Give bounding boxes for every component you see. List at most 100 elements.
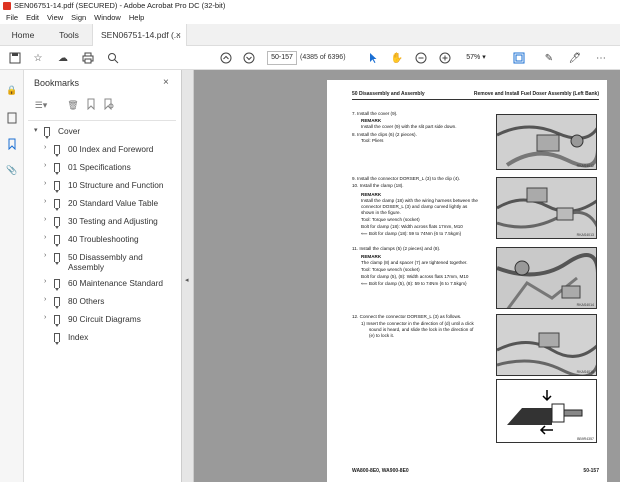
page-thumbnails-icon[interactable] xyxy=(6,112,18,124)
chevron-right-icon[interactable]: › xyxy=(44,144,46,151)
find-bookmark-icon[interactable] xyxy=(102,98,116,112)
figure-4: RKAS4015 xyxy=(496,314,597,376)
bookmark-item[interactable]: › 30 Testing and Adjusting xyxy=(24,216,182,234)
menu-sign[interactable]: Sign xyxy=(67,11,90,24)
bookmark-item[interactable]: › 40 Troubleshooting xyxy=(24,234,182,252)
tab-home[interactable]: Home xyxy=(0,24,46,46)
chevron-right-icon[interactable]: › xyxy=(44,314,46,321)
close-tab-icon[interactable]: × xyxy=(176,24,181,46)
bookmark-icon xyxy=(54,163,60,175)
bookmark-toolbar: ☰▾ 🗑 xyxy=(32,98,172,114)
lock-icon[interactable]: 🔒 xyxy=(6,84,18,96)
remark-text: REMARK xyxy=(361,254,382,259)
delete-bookmark-icon[interactable]: 🗑 xyxy=(66,98,80,112)
figure-id: RKAS4013 xyxy=(576,233,594,237)
page-number-input[interactable]: 50-157 xyxy=(267,51,297,65)
bookmark-icon xyxy=(54,235,60,247)
menu-help[interactable]: Help xyxy=(125,11,148,24)
menu-view[interactable]: View xyxy=(43,11,67,24)
substep-1-cont: sound is heard, and slide the lock in th… xyxy=(369,327,474,332)
save-icon[interactable] xyxy=(8,51,22,65)
header-title: Remove and Install Fuel Doser Assembly (… xyxy=(473,91,599,97)
footer-model: WA800-8E0, WA900-8E0 xyxy=(352,468,409,474)
bookmark-options-icon[interactable]: ☰▾ xyxy=(34,98,48,112)
tab-tools[interactable]: Tools xyxy=(46,24,92,46)
bookmark-label: 30 Testing and Adjusting xyxy=(68,216,158,226)
page-header: 50 Disassembly and Assembly Remove and I… xyxy=(352,90,599,100)
more-tools-icon[interactable]: ⋯ xyxy=(594,51,608,65)
chevron-right-icon[interactable]: › xyxy=(44,252,46,259)
next-page-icon[interactable] xyxy=(242,51,256,65)
zoom-level[interactable]: 57% ▾ xyxy=(459,51,493,65)
header-section: 50 Disassembly and Assembly xyxy=(352,91,425,97)
bookmark-icon xyxy=(54,333,60,345)
sign-icon[interactable]: ✎ xyxy=(542,51,556,65)
bookmark-icon xyxy=(54,279,60,291)
chevron-right-icon[interactable]: › xyxy=(44,198,46,205)
remark-note: Install the cover (9) with the slit part… xyxy=(361,124,457,129)
chevron-right-icon[interactable]: › xyxy=(44,234,46,241)
bookmark-icon xyxy=(54,217,60,229)
zoom-out-icon[interactable] xyxy=(414,51,428,65)
remark-text: REMARK xyxy=(361,192,382,197)
bookmark-icon xyxy=(54,315,60,327)
bookmark-item[interactable]: › 90 Circuit Diagrams xyxy=(24,314,182,332)
upload-cloud-icon[interactable]: ☁ xyxy=(56,51,70,65)
divider xyxy=(28,120,176,121)
torque-arrow-icon: ⟸ xyxy=(361,281,369,286)
zoom-in-icon[interactable] xyxy=(438,51,452,65)
bookmark-item[interactable]: › 01 Specifications xyxy=(24,162,182,180)
bookmark-item[interactable]: › 80 Others xyxy=(24,296,182,314)
new-bookmark-icon[interactable] xyxy=(84,98,98,112)
bookmark-item[interactable]: › 60 Maintenance Standard xyxy=(24,278,182,296)
select-cursor-icon[interactable] xyxy=(366,51,380,65)
substep-1-cont: (e) to lock it. xyxy=(369,333,395,338)
tab-document-label: SEN06751-14.pdf (... xyxy=(101,30,181,40)
pdf-page: 50 Disassembly and Assembly Remove and I… xyxy=(327,80,607,482)
bookmark-star-icon[interactable]: ☆ xyxy=(31,51,45,65)
menu-file[interactable]: File xyxy=(2,11,22,24)
chevron-right-icon[interactable]: › xyxy=(44,296,46,303)
page-display-icon[interactable] xyxy=(512,51,526,65)
remark-note: connector DOSER_L (3) and clamp curved l… xyxy=(361,204,468,209)
attachments-icon[interactable]: 📎 xyxy=(6,164,18,176)
tab-document[interactable]: SEN06751-14.pdf (... × xyxy=(92,24,187,46)
step-9: 9. Install the connector DORSER_L (3) to… xyxy=(352,176,461,181)
bookmark-item[interactable]: › 50 Disassembly and Assembly xyxy=(24,252,182,278)
collapse-panel-icon[interactable]: ◂ xyxy=(185,276,189,284)
print-icon[interactable] xyxy=(81,51,95,65)
substep-1: 1) Insert the connector in the direction… xyxy=(361,321,474,326)
chevron-right-icon[interactable]: › xyxy=(44,180,46,187)
chevron-right-icon[interactable]: › xyxy=(44,278,46,285)
search-icon[interactable] xyxy=(106,51,120,65)
bookmark-item[interactable]: Index xyxy=(24,332,182,350)
panel-splitter[interactable]: ◂ xyxy=(182,70,194,482)
menu-window[interactable]: Window xyxy=(90,11,125,24)
bookmark-item[interactable]: › 00 Index and Foreword xyxy=(24,144,182,162)
tool-note: Tool: Pliers xyxy=(361,138,384,143)
torque-value: Bolt for clamp (18): 59 to 74Nm {6 to 7.… xyxy=(368,231,462,236)
figure-2: RKAS4013 xyxy=(496,177,597,239)
tool-note: Tool: Torque wrench (socket) xyxy=(361,217,420,222)
chevron-right-icon[interactable]: › xyxy=(44,216,46,223)
bookmark-label: 20 Standard Value Table xyxy=(68,198,159,208)
close-panel-icon[interactable]: × xyxy=(163,77,169,88)
tab-bar: Home Tools SEN06751-14.pdf (... × xyxy=(0,24,620,46)
remark-note: The clamp (8) and spacer (7) are tighten… xyxy=(361,260,468,265)
torque-arrow-icon: ⟸ xyxy=(361,231,369,236)
bookmark-item[interactable]: ▾ Cover xyxy=(24,126,182,144)
remark-text: REMARK xyxy=(361,118,382,123)
bookmarks-panel-icon[interactable] xyxy=(6,138,18,151)
bookmark-item[interactable]: › 20 Standard Value Table xyxy=(24,198,182,216)
prev-page-icon[interactable] xyxy=(219,51,233,65)
document-view[interactable]: 50 Disassembly and Assembly Remove and I… xyxy=(194,70,620,482)
torque-value: Bolt for clamp (5), (8): 59 to 74Nm {6 t… xyxy=(368,281,467,286)
annotate-icon[interactable]: 🖊 xyxy=(568,51,582,65)
step-7: 7. Install the cover (9). xyxy=(352,111,398,116)
chevron-down-icon[interactable]: ▾ xyxy=(34,126,38,134)
chevron-right-icon[interactable]: › xyxy=(44,162,46,169)
hand-tool-icon[interactable]: ✋ xyxy=(390,51,404,65)
menu-edit[interactable]: Edit xyxy=(22,11,43,24)
torque-spec: ⟸ Bolt for clamp (18): 59 to 74Nm {6 to … xyxy=(361,231,501,237)
bookmark-item[interactable]: › 10 Structure and Function xyxy=(24,180,182,198)
